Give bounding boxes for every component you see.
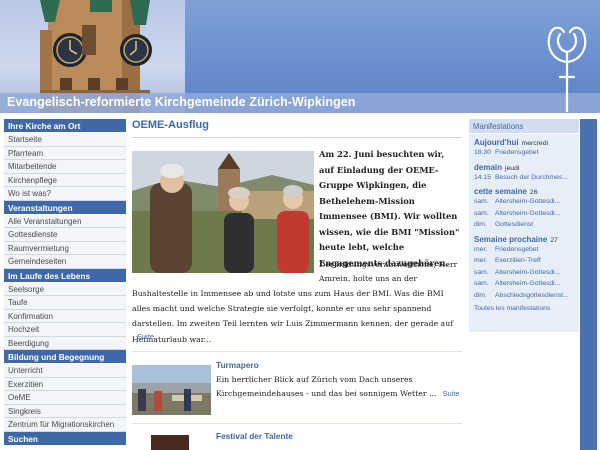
event-time: mer. (474, 245, 488, 253)
site-header: Evangelisch-reformierte Kirchgemeinde Zü… (0, 0, 600, 113)
nav-item-konfirmation[interactable]: Konfirmation (4, 309, 126, 323)
events-day-sub: 27 (550, 236, 558, 244)
nav-item-unterricht[interactable]: Unterricht (4, 364, 126, 378)
nav-item-exerzitien[interactable]: Exerzitien (4, 377, 126, 391)
event-row[interactable]: dim. Gottesdienst (469, 219, 579, 231)
events-day-today: Aujourd'hui mercredi (469, 138, 579, 147)
festival-photo[interactable] (151, 435, 189, 450)
main-content: OEME-Ausflug Am 22. Juni besuchten wir, … (132, 119, 462, 450)
all-events-link[interactable]: Toutes les manifestations (469, 305, 579, 312)
teaser-text-turmapero: Ein herrlicher Blick auf Zürich vom Dach… (216, 373, 462, 401)
nav-item-oeme[interactable]: OeME (4, 391, 126, 405)
event-title[interactable]: Gottesdienst (495, 221, 533, 228)
teaser-title-festival[interactable]: Festival der Talente (216, 431, 293, 441)
event-row[interactable]: sam. Altersheim-Gottesdi... (469, 196, 579, 208)
turmapero-photo[interactable] (132, 365, 211, 415)
event-time: sam. (474, 198, 489, 205)
event-title[interactable]: Altersheim-Gottesdi... (495, 210, 560, 217)
events-panel: Manifestations Aujourd'hui mercredi 18.30… (469, 119, 579, 332)
nav-item-pfarrteam[interactable]: Pfarrteam (4, 146, 126, 160)
event-title[interactable]: Friedensgebet (495, 149, 538, 156)
teaser-text-turmapero-body: Ein herrlicher Blick auf Zürich vom Dach… (216, 375, 437, 398)
nav-heading-im-laufe-des-lebens: Im Laufe des Lebens (4, 268, 126, 283)
nav-item-mitarbeitende[interactable]: Mitarbeitende (4, 160, 126, 174)
event-title[interactable]: Exerzitien-Treff (495, 257, 541, 264)
event-title[interactable]: Friedensgebet (495, 246, 538, 253)
article-photo (132, 151, 314, 273)
site-title[interactable]: Evangelisch-reformierte Kirchgemeinde Zü… (7, 95, 356, 109)
event-row[interactable]: sam. Altersheim-Gottesdi... (469, 278, 579, 290)
event-row[interactable]: dim. Abschiedsgottesdienst... (469, 290, 579, 302)
nav-heading-bildung-und-begegnung: Bildung und Begegnung (4, 350, 126, 364)
nav-item-alle-veranstaltungen[interactable]: Alle Veranstaltungen (4, 214, 126, 228)
nav-item-raumvermietung[interactable]: Raumvermietung (4, 241, 126, 255)
event-time: sam. (474, 280, 489, 287)
events-day-next-week: Semaine prochaine 27 (469, 235, 579, 244)
events-day-sub: mercredi (521, 140, 548, 147)
event-row[interactable]: sam. Altersheim-Gottesdi... (469, 208, 579, 220)
page-title: OEME-Ausflug (132, 119, 209, 131)
nav-heading-ihre-kirche: Ihre Kirche am Ort (4, 119, 126, 133)
event-time: sam. (474, 209, 489, 217)
events-day-label[interactable]: cette semaine (474, 187, 527, 196)
event-title[interactable]: Altersheim-Gottesdi... (495, 280, 560, 287)
nav-item-singkreis[interactable]: Singkreis (4, 404, 126, 418)
teaser-more-link-turmapero[interactable]: Suite (443, 389, 460, 398)
event-title[interactable]: Altersheim-Gottesdi... (495, 269, 560, 276)
event-row[interactable]: sam. Altersheim-Gottesdi... (469, 267, 579, 279)
title-divider (132, 137, 462, 138)
events-day-label[interactable]: demain (474, 163, 502, 172)
nav-item-kirchenpflege[interactable]: Kirchenpflege (4, 173, 126, 187)
events-day-label[interactable]: Aujourd'hui (474, 138, 519, 147)
nav-item-seelsorge[interactable]: Seelsorge (4, 282, 126, 296)
nav-item-gemeindeseiten[interactable]: Gemeindeseiten (4, 255, 126, 269)
article-body-start: Der Bildungsverantwortliche, Herr Amrein… (319, 260, 458, 284)
article-body-rest: Bushaltestelle in Immensee ab und lotste… (132, 289, 454, 344)
event-title[interactable]: Besuch der Durchmes... (495, 174, 568, 181)
nav-item-taufe[interactable]: Taufe (4, 296, 126, 310)
events-day-label[interactable]: Semaine prochaine (474, 235, 547, 244)
article-more-link[interactable]: Suite (137, 332, 154, 341)
nav-heading-veranstaltungen: Veranstaltungen (4, 200, 126, 215)
event-title[interactable]: Altersheim-Gottesdi... (495, 198, 560, 205)
event-time: 18.30 (474, 149, 492, 156)
event-time: mer. (474, 257, 488, 264)
event-time: 14.15 (474, 173, 492, 181)
teaser-divider (132, 423, 462, 424)
teaser-title-turmapero[interactable]: Turmapero (216, 360, 259, 370)
events-day-sub: 26 (529, 189, 538, 196)
events-day-tomorrow: demain jeudi (469, 163, 579, 172)
events-day-sub: jeudi (505, 164, 520, 172)
left-navigation: Ihre Kirche am Ort Startseite Pfarrteam … (4, 119, 126, 446)
event-row[interactable]: mer. Friedensgebet (469, 244, 579, 256)
article-divider (132, 351, 462, 352)
events-day-this-week: cette semaine 26 (469, 187, 579, 196)
event-row[interactable]: mer. Exerzitien-Treff (469, 255, 579, 267)
event-time: dim. (474, 221, 487, 228)
nav-item-startseite[interactable]: Startseite (4, 133, 126, 147)
article-lead: Am 22. Juni besuchten wir, auf Einladung… (319, 149, 460, 268)
event-title[interactable]: Abschiedsgottesdienst... (495, 292, 569, 299)
nav-heading-suchen[interactable]: Suchen (4, 431, 126, 446)
nav-item-beerdigung[interactable]: Beerdigung (4, 336, 126, 350)
right-decorative-strip (580, 119, 597, 450)
event-time: dim. (474, 291, 487, 299)
nav-item-migrationskirchen[interactable]: Zentrum für Migrationskirchen (4, 418, 126, 432)
church-logo-icon[interactable] (542, 22, 592, 113)
nav-item-hochzeit[interactable]: Hochzeit (4, 323, 126, 337)
event-row[interactable]: 14.15 Besuch der Durchmes... (469, 172, 579, 184)
event-row[interactable]: 18.30 Friedensgebet (469, 147, 579, 159)
events-heading[interactable]: Manifestations (469, 119, 579, 134)
nav-item-wo-ist-was[interactable]: Wo ist was? (4, 187, 126, 201)
nav-item-gottesdienste[interactable]: Gottesdienste (4, 228, 126, 242)
event-time: sam. (474, 268, 489, 276)
